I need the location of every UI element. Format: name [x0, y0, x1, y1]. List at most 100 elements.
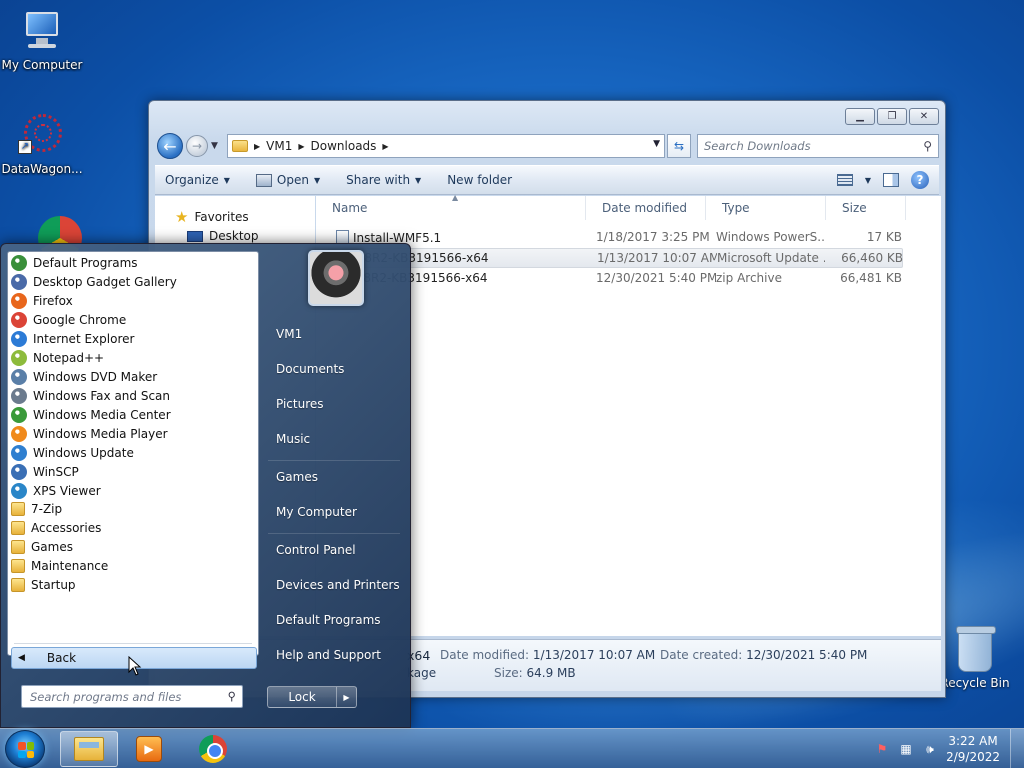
details-file-type: kage — [407, 666, 437, 680]
nav-favorites-label: Favorites — [194, 210, 249, 224]
file-date: 1/13/2017 10:07 AM — [597, 251, 717, 265]
program-label: Internet Explorer — [33, 332, 135, 346]
column-header-type[interactable]: Type — [706, 196, 826, 220]
program-icon — [11, 293, 27, 309]
close-button[interactable]: ✕ — [909, 108, 939, 125]
breadcrumb-downloads[interactable]: Downloads — [311, 139, 377, 153]
program-icon — [11, 331, 27, 347]
start-menu-right-item[interactable]: Devices and Printers — [276, 578, 400, 592]
program-item[interactable]: Maintenance — [11, 559, 108, 573]
start-menu-right-item[interactable]: Help and Support — [276, 648, 381, 662]
clock-date: 2/9/2022 — [946, 750, 1000, 764]
program-item[interactable]: Games — [11, 540, 73, 554]
program-item[interactable]: Windows DVD Maker — [11, 369, 157, 385]
volume-icon[interactable]: 🕪 — [922, 741, 938, 757]
breadcrumb-vm1[interactable]: VM1 — [266, 139, 292, 153]
table-row[interactable]: Install-WMF5.1 1/18/2017 3:25 PM Windows… — [328, 228, 903, 248]
share-with-button[interactable]: Share with ▼ — [346, 173, 421, 187]
show-desktop-button[interactable] — [1010, 729, 1024, 768]
desktop-icon-datawagon[interactable]: ↗ DataWagon... — [0, 112, 84, 176]
column-header-date-modified[interactable]: Date modified — [586, 196, 706, 220]
arrow-right-icon: → — [191, 139, 203, 153]
taskbar-chrome-button[interactable] — [184, 731, 242, 767]
minimize-button[interactable]: ▁ — [845, 108, 875, 125]
recent-pages-button[interactable]: ▼ — [211, 141, 218, 151]
start-search-input[interactable]: Search programs and files ⚲ — [21, 685, 243, 708]
script-file-icon — [336, 230, 349, 244]
program-item[interactable]: Internet Explorer — [11, 331, 134, 347]
program-item[interactable]: XPS Viewer — [11, 483, 101, 499]
program-item[interactable]: Notepad++ — [11, 350, 104, 366]
back-button[interactable]: ← — [157, 133, 183, 159]
program-icon — [11, 274, 27, 290]
table-row[interactable]: W2K8R2-KB3191566-x64 12/30/2021 5:40 PM … — [328, 269, 903, 289]
windows-logo-icon — [18, 742, 34, 758]
view-options-icon[interactable] — [836, 174, 853, 186]
network-icon[interactable]: ▦ — [898, 741, 914, 757]
program-label: Windows Media Center — [33, 408, 171, 422]
refresh-button[interactable]: ⇆ — [667, 134, 691, 158]
search-input[interactable]: Search Downloads ⚲ — [697, 134, 939, 158]
program-item[interactable]: WinSCP — [11, 464, 79, 480]
help-icon[interactable]: ? — [911, 171, 929, 189]
table-row[interactable]: W2K8R2-KB3191566-x64 1/13/2017 10:07 AM … — [328, 248, 903, 268]
search-icon: ⚲ — [923, 139, 932, 153]
start-menu-right-item[interactable]: My Computer — [276, 505, 357, 519]
program-label: Notepad++ — [33, 351, 105, 365]
start-menu-right-item[interactable]: Pictures — [276, 397, 324, 411]
share-with-label: Share with — [346, 173, 411, 187]
program-label: Startup — [31, 578, 76, 592]
start-menu-right-item[interactable]: Default Programs — [276, 613, 381, 627]
start-menu-right-item[interactable]: Documents — [276, 362, 344, 376]
window-controls: ▁ ❐ ✕ — [845, 108, 939, 125]
new-folder-button[interactable]: New folder — [447, 173, 512, 187]
forward-button[interactable]: → — [186, 135, 208, 157]
clock[interactable]: 3:22 AM 2/9/2022 — [946, 733, 1000, 765]
chevron-down-icon[interactable]: ▼ — [865, 176, 871, 185]
program-label: Google Chrome — [33, 313, 127, 327]
taskbar-media-player-button[interactable]: ▶ — [120, 731, 178, 767]
address-dropdown-icon[interactable]: ▼ — [653, 139, 660, 149]
program-item[interactable]: Windows Media Center — [11, 407, 171, 423]
maximize-button[interactable]: ❐ — [877, 108, 907, 125]
program-item[interactable]: Firefox — [11, 293, 73, 309]
program-item[interactable]: Default Programs — [11, 255, 138, 271]
taskbar-explorer-button[interactable] — [60, 731, 118, 767]
open-button[interactable]: Open ▼ — [255, 173, 320, 187]
start-menu-right-item[interactable]: Music — [276, 432, 310, 446]
program-item[interactable]: Desktop Gadget Gallery — [11, 274, 177, 290]
column-header-name-label: Name — [332, 201, 368, 215]
chevron-down-icon: ▼ — [223, 175, 230, 185]
address-bar[interactable]: ▶ VM1 ▶ Downloads ▶ ▼ — [227, 134, 665, 158]
nav-favorites[interactable]: ★ Favorites — [175, 208, 249, 226]
program-item[interactable]: Startup — [11, 578, 76, 592]
organize-button[interactable]: Organize ▼ — [165, 173, 230, 187]
program-item[interactable]: Google Chrome — [11, 312, 126, 328]
program-label: Accessories — [31, 521, 102, 535]
start-menu-right-item[interactable]: VM1 — [276, 327, 302, 341]
program-label: Firefox — [33, 294, 73, 308]
action-center-flag-icon[interactable]: ⚑ — [874, 741, 890, 757]
file-type: zip Archive — [716, 271, 782, 285]
program-item[interactable]: Accessories — [11, 521, 101, 535]
start-menu-right-item[interactable]: Games — [276, 470, 318, 484]
new-folder-label: New folder — [447, 173, 513, 187]
desktop-icon-recycle-bin[interactable]: Recycle Bin — [940, 626, 1010, 690]
program-item[interactable]: Windows Media Player — [11, 426, 168, 442]
start-button[interactable] — [5, 730, 45, 768]
program-label: Games — [31, 540, 73, 554]
column-header-size[interactable]: Size — [826, 196, 906, 220]
lock-button[interactable]: Lock ▶ — [267, 686, 357, 708]
nav-desktop[interactable]: Desktop — [187, 229, 259, 243]
program-icon — [11, 312, 27, 328]
column-header-size-label: Size — [842, 201, 867, 215]
desktop-icon-my-computer[interactable]: My Computer — [0, 8, 84, 72]
user-avatar[interactable] — [308, 250, 364, 306]
preview-pane-icon[interactable] — [883, 173, 899, 187]
power-options-arrow-icon[interactable]: ▶ — [336, 687, 356, 707]
program-item[interactable]: Windows Update — [11, 445, 134, 461]
program-item[interactable]: 7-Zip — [11, 502, 62, 516]
start-menu-right-item[interactable]: Control Panel — [276, 543, 356, 557]
program-item[interactable]: Windows Fax and Scan — [11, 388, 170, 404]
column-header-name[interactable]: ▲ Name — [316, 193, 586, 220]
